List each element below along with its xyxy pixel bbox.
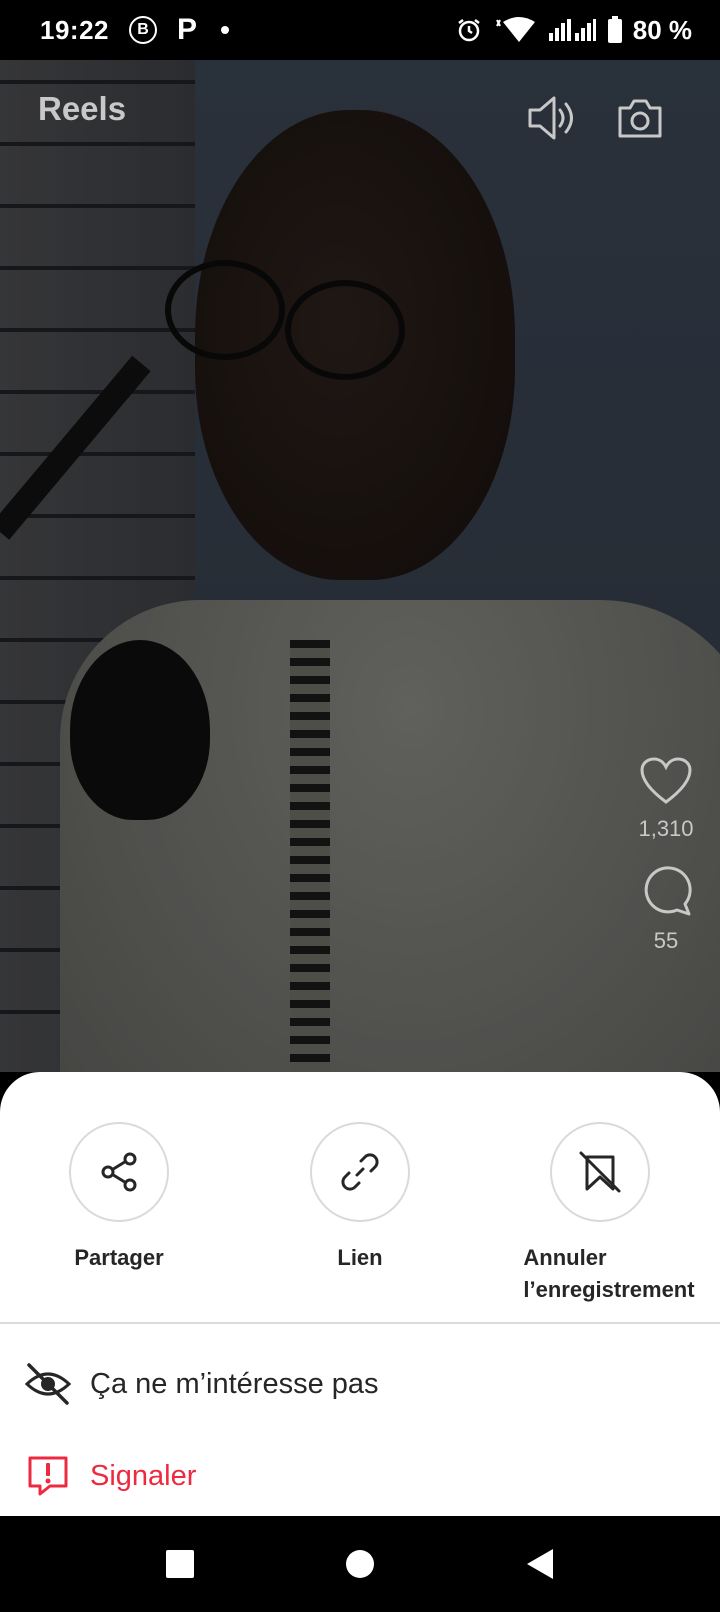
report-item[interactable]: Signaler xyxy=(0,1430,720,1522)
eye-off-icon xyxy=(24,1360,72,1408)
report-icon xyxy=(24,1452,72,1500)
back-nav-icon[interactable] xyxy=(522,1546,558,1582)
notification-dot-icon xyxy=(221,26,230,34)
unsave-label-line2: l’enregistrement xyxy=(523,1277,695,1302)
link-button[interactable] xyxy=(310,1122,410,1222)
status-right: 80 % xyxy=(455,15,692,46)
link-action[interactable]: Lien xyxy=(250,1122,470,1274)
unsave-label: Annuler l’enregistrement xyxy=(523,1242,694,1306)
reel-video[interactable]: Reels 1,310 55 xyxy=(0,60,720,1072)
share-label: Partager xyxy=(74,1245,164,1270)
heart-icon[interactable] xyxy=(639,756,693,806)
unsave-label-line1: Annuler xyxy=(523,1245,607,1270)
not-interested-item[interactable]: Ça ne m’intéresse pas xyxy=(0,1338,720,1430)
share-icon xyxy=(101,1152,137,1192)
unsave-button[interactable] xyxy=(550,1122,650,1222)
reels-title: Reels xyxy=(38,90,127,127)
square-nav-icon[interactable] xyxy=(162,1546,198,1582)
battery-icon xyxy=(607,16,622,43)
status-time: 19:22 xyxy=(40,14,109,45)
battery-percent: 80 % xyxy=(632,14,692,45)
not-interested-label: Ça ne m’intéresse pas xyxy=(90,1367,379,1400)
unsave-action[interactable]: Annuler l’enregistrement xyxy=(490,1122,710,1306)
share-button[interactable] xyxy=(69,1122,169,1222)
link-label: Lien xyxy=(337,1245,383,1270)
status-left: 19:22 B P xyxy=(40,13,230,47)
report-label: Signaler xyxy=(90,1459,197,1492)
comments-count: 55 xyxy=(653,928,679,953)
unsave-icon xyxy=(579,1151,621,1193)
p-app-icon: P xyxy=(177,13,198,46)
video-dim-overlay[interactable] xyxy=(0,60,720,1072)
camera-icon[interactable] xyxy=(612,90,668,146)
system-nav-bar xyxy=(0,1516,720,1612)
b-app-icon: B xyxy=(129,16,157,44)
side-actions: 1,310 55 xyxy=(636,756,696,976)
options-bottom-sheet: Partager Lien Annuler l’enregistrement Ça… xyxy=(0,1072,720,1516)
link-icon xyxy=(341,1153,379,1191)
status-bar: 19:22 B P 80 % xyxy=(0,0,720,60)
likes-count: 1,310 xyxy=(638,816,694,841)
sheet-actions-row: Partager Lien Annuler l’enregistrement xyxy=(0,1122,720,1322)
sound-icon[interactable] xyxy=(524,90,580,146)
sheet-divider xyxy=(0,1322,720,1324)
signal-icon xyxy=(548,19,596,41)
alarm-icon xyxy=(457,19,480,42)
home-nav-icon[interactable] xyxy=(342,1546,378,1582)
wifi-icon xyxy=(495,17,535,42)
comment-icon[interactable] xyxy=(639,864,693,918)
share-action[interactable]: Partager xyxy=(9,1122,229,1274)
